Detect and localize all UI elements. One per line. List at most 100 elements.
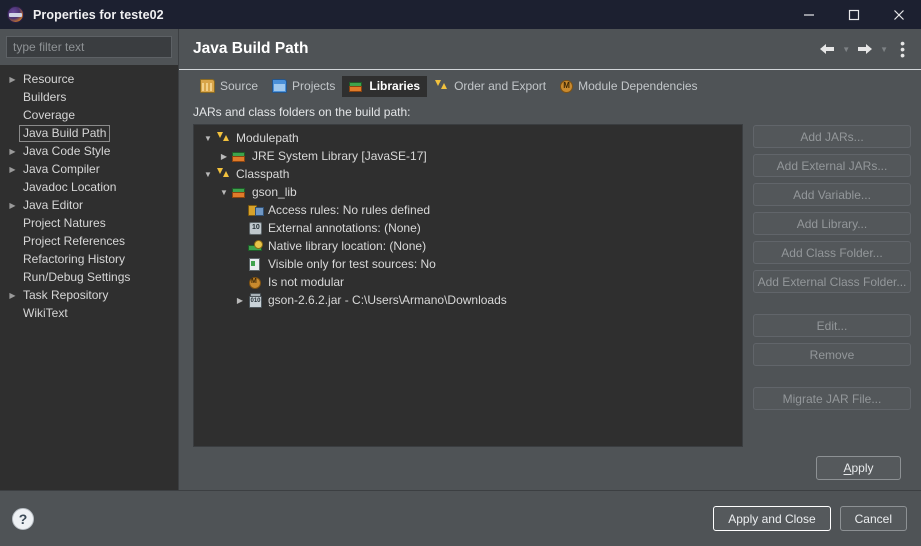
back-arrow-icon[interactable]	[818, 42, 836, 56]
tree-row-label: Visible only for test sources: No	[268, 257, 436, 271]
sidebar-item-refactoring-history[interactable]: Refactoring History	[0, 250, 178, 268]
tree-row[interactable]: Is not modular	[194, 273, 742, 291]
tab-source[interactable]: Source	[193, 76, 265, 97]
chevron-right-icon[interactable]: ▶	[216, 152, 232, 161]
close-button[interactable]	[876, 0, 921, 29]
build-path-tree[interactable]: ▼ Modulepath ▶ JRE System Library [JavaSE-1…	[193, 124, 743, 447]
sidebar-item-label: Project Natures	[23, 215, 106, 230]
chevron-right-icon[interactable]: ▶	[6, 291, 19, 300]
sidebar-item-java-code-style[interactable]: ▶ Java Code Style	[0, 142, 178, 160]
apply-row: Apply	[193, 447, 911, 490]
sidebar-item-java-editor[interactable]: ▶ Java Editor	[0, 196, 178, 214]
add-library-button: Add Library...	[753, 212, 911, 235]
add-jars-button: Add JARs...	[753, 125, 911, 148]
sidebar-item-java-build-path[interactable]: Java Build Path	[0, 124, 178, 142]
dialog-footer: ? Apply and Close Cancel	[0, 490, 921, 546]
page-header: Java Build Path ▼ ▼ • • •	[179, 29, 921, 69]
help-icon[interactable]: ?	[12, 507, 34, 530]
sidebar-item-project-natures[interactable]: Project Natures	[0, 214, 178, 232]
tab-label: Source	[220, 79, 259, 93]
sidebar-item-coverage[interactable]: Coverage	[0, 106, 178, 124]
cancel-button[interactable]: Cancel	[839, 506, 907, 531]
footer-buttons: Apply and Close Cancel	[713, 506, 907, 531]
sidebar-item-label: Builders	[23, 89, 67, 104]
sidebar-item-label: Java Editor	[23, 197, 84, 212]
chevron-right-icon[interactable]: ▶	[6, 75, 19, 84]
content-label: JARs and class folders on the build path…	[193, 105, 411, 119]
tree-row-label: gson-2.6.2.jar - C:\Users\Armano\Downloa…	[268, 293, 507, 307]
chevron-right-icon[interactable]: ▶	[6, 147, 19, 156]
source-folder-icon	[200, 79, 215, 93]
build-path-tabs: Source Projects Libraries Order and Export M…	[179, 70, 921, 97]
tree-row-label: Classpath	[236, 167, 290, 181]
tree-row-label: Modulepath	[236, 131, 299, 145]
tree-row[interactable]: Native library location: (None)	[194, 237, 742, 255]
sidebar-item-resource[interactable]: ▶ Resource	[0, 70, 178, 88]
settings-page: Java Build Path ▼ ▼ • • • Source Project…	[178, 29, 921, 490]
chevron-down-icon[interactable]: ▼	[200, 134, 216, 143]
forward-arrow-icon[interactable]	[856, 42, 874, 56]
apply-and-close-button[interactable]: Apply and Close	[713, 506, 831, 531]
sidebar-item-label: Resource	[23, 71, 75, 86]
window-title: Properties for teste02	[33, 7, 164, 22]
tree-row[interactable]: ▶ JRE System Library [JavaSE-17]	[194, 147, 742, 165]
tree-row-label: External annotations: (None)	[268, 221, 421, 235]
tree-row[interactable]: ▶ gson-2.6.2.jar - C:\Users\Armano\Downlo…	[194, 291, 742, 309]
tree-row[interactable]: Visible only for test sources: No	[194, 255, 742, 273]
forward-dropdown-chevron-down-icon[interactable]: ▼	[877, 45, 891, 54]
maximize-button[interactable]	[831, 0, 876, 29]
tab-projects[interactable]: Projects	[265, 76, 342, 97]
sidebar-item-label: Java Build Path	[19, 124, 111, 142]
page-title: Java Build Path	[193, 40, 309, 57]
settings-tree: ▶ Resource Builders Coverage Java Build Path…	[0, 65, 178, 490]
dialog-body: ▶ Resource Builders Coverage Java Build Path…	[0, 29, 921, 490]
tree-row[interactable]: ▼ Modulepath	[194, 129, 742, 147]
test-sources-icon	[248, 257, 263, 271]
sidebar-item-project-references[interactable]: Project References	[0, 232, 178, 250]
window-titlebar: Properties for teste02	[0, 0, 921, 29]
properties-dialog: Properties for teste02 ▶ Resource Builders…	[0, 0, 921, 546]
chevron-right-icon[interactable]: ▶	[6, 165, 19, 174]
sidebar-item-run-debug-settings[interactable]: Run/Debug Settings	[0, 268, 178, 286]
button-group-spacer	[753, 299, 911, 308]
sidebar-item-wikitext[interactable]: WikiText	[0, 304, 178, 322]
add-class-folder-button: Add Class Folder...	[753, 241, 911, 264]
minimize-button[interactable]	[786, 0, 831, 29]
tree-row[interactable]: External annotations: (None)	[194, 219, 742, 237]
back-dropdown-chevron-down-icon[interactable]: ▼	[839, 45, 853, 54]
tab-content-libraries: JARs and class folders on the build path…	[179, 97, 921, 490]
chevron-down-icon[interactable]: ▼	[200, 170, 216, 179]
sidebar-item-javadoc-location[interactable]: Javadoc Location	[0, 178, 178, 196]
chevron-right-icon[interactable]: ▶	[232, 296, 248, 305]
sidebar-item-java-compiler[interactable]: ▶ Java Compiler	[0, 160, 178, 178]
sidebar-item-task-repository[interactable]: ▶ Task Repository	[0, 286, 178, 304]
window-controls	[786, 0, 921, 29]
annotations-icon	[248, 221, 263, 235]
filter-input[interactable]	[6, 36, 172, 58]
tab-module-dependencies[interactable]: M Module Dependencies	[553, 76, 704, 97]
chevron-down-icon[interactable]: ▼	[216, 188, 232, 197]
access-rules-icon	[248, 203, 264, 217]
tree-row[interactable]: Access rules: No rules defined	[194, 201, 742, 219]
kebab-menu-icon[interactable]: • • •	[894, 36, 911, 62]
tree-row[interactable]: ▼ Classpath	[194, 165, 742, 183]
tab-label: Libraries	[369, 79, 421, 93]
sidebar-item-builders[interactable]: Builders	[0, 88, 178, 106]
tree-row-label: JRE System Library [JavaSE-17]	[252, 149, 427, 163]
tab-order-and-export[interactable]: Order and Export	[427, 76, 553, 97]
modular-icon	[248, 275, 263, 289]
apply-button[interactable]: Apply	[816, 456, 901, 480]
eclipse-logo-icon	[7, 6, 24, 23]
add-external-class-folder-button: Add External Class Folder...	[753, 270, 911, 293]
sidebar-item-label: Task Repository	[23, 287, 109, 302]
sidebar-item-label: Refactoring History	[23, 251, 126, 266]
button-group-spacer	[753, 372, 911, 381]
tab-libraries[interactable]: Libraries	[342, 76, 428, 97]
add-external-jars-button: Add External JARs...	[753, 154, 911, 177]
path-arrows-icon	[216, 131, 231, 145]
tab-label: Module Dependencies	[578, 79, 698, 93]
sidebar-item-label: WikiText	[23, 305, 68, 320]
library-icon	[232, 149, 247, 163]
tree-row[interactable]: ▼ gson_lib	[194, 183, 742, 201]
chevron-right-icon[interactable]: ▶	[6, 201, 19, 210]
